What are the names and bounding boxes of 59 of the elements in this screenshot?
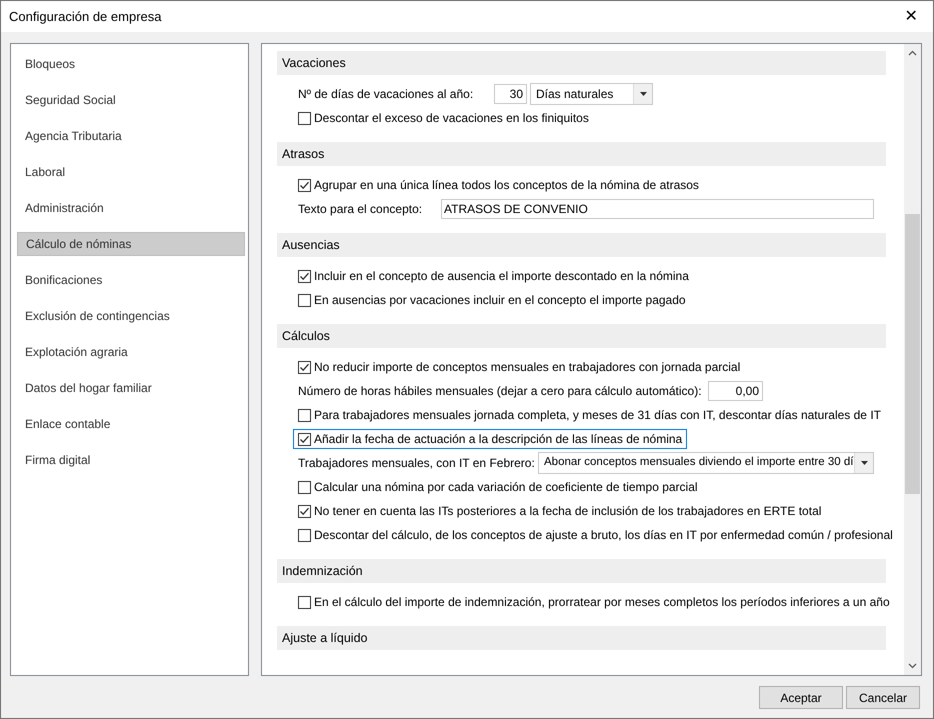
checkbox[interactable] xyxy=(298,596,311,608)
field-label: Trabajadores mensuales, con IT en Febrero: xyxy=(298,455,536,472)
number-field[interactable]: 0,00 xyxy=(708,381,763,401)
scroll-down-icon[interactable] xyxy=(908,663,917,669)
text-field[interactable]: ATRASOS DE CONVENIO xyxy=(441,199,874,219)
section-header: Vacaciones xyxy=(277,51,886,75)
checkbox[interactable] xyxy=(298,270,311,282)
checkbox[interactable] xyxy=(298,408,311,422)
scrollbar-thumb[interactable] xyxy=(905,214,920,494)
sidebar-item[interactable]: Explotación agraria xyxy=(17,340,245,364)
number-field[interactable]: 30 xyxy=(494,84,527,104)
checkbox-option[interactable]: Descontar del cálculo, de los conceptos de ajuste a bruto, los días en IT por enfermedad común / profesional xyxy=(293,525,898,545)
checkbox[interactable] xyxy=(298,528,311,542)
section-header: Indemnización xyxy=(277,559,886,583)
field-label: Texto para el concepto: xyxy=(298,201,424,218)
sidebar-item[interactable]: Bonificaciones xyxy=(17,268,245,292)
checkbox-option[interactable]: En el cálculo del importe de indemnización, prorratear por meses completos los períodos inferiores a un año xyxy=(293,592,895,612)
checkbox[interactable] xyxy=(298,294,311,306)
checkbox[interactable] xyxy=(298,112,311,124)
checkbox[interactable] xyxy=(298,480,311,494)
dialog-button[interactable]: Aceptar xyxy=(759,686,843,709)
dialog-button[interactable]: Cancelar xyxy=(846,686,920,709)
checkbox[interactable] xyxy=(298,360,311,374)
checkbox-option[interactable]: Descontar el exceso de vacaciones en los finiquitos xyxy=(293,108,594,128)
sidebar-item[interactable]: Bloqueos xyxy=(17,52,245,76)
checkbox-option[interactable]: No tener en cuenta las ITs posteriores a la fecha de inclusión de los trabajadores en ERTE total xyxy=(293,501,826,521)
sidebar-item[interactable]: Cálculo de nóminas xyxy=(17,232,245,256)
section-header: Ausencias xyxy=(277,233,886,257)
sidebar-item[interactable]: Enlace contable xyxy=(17,412,245,436)
sidebar-item[interactable]: Datos del hogar familiar xyxy=(17,376,245,400)
window-title: Configuración de empresa xyxy=(9,8,162,26)
dropdown[interactable]: Abonar conceptos mensuales diviendo el importe entre 30 dí xyxy=(538,452,874,474)
field-label: Número de horas hábiles mensuales (dejar a cero para cálculo automático): xyxy=(298,383,703,400)
checkbox-option[interactable]: En ausencias por vacaciones incluir en el concepto el importe pagado xyxy=(293,290,691,310)
sidebar-item[interactable]: Agencia Tributaria xyxy=(17,124,245,148)
section-header: Atrasos xyxy=(277,142,886,166)
checkbox-option[interactable]: Agrupar en una única línea todos los conceptos de la nómina de atrasos xyxy=(293,175,704,195)
scroll-up-icon[interactable] xyxy=(908,50,917,56)
sidebar-item[interactable]: Seguridad Social xyxy=(17,88,245,112)
caret-icon xyxy=(640,92,646,96)
checkbox-option[interactable]: Calcular una nómina por cada variación de coeficiente de tiempo parcial xyxy=(293,477,703,497)
checkbox[interactable] xyxy=(298,432,311,446)
caret-icon xyxy=(860,461,868,465)
section-header: Cálculos xyxy=(277,324,886,348)
checkbox[interactable] xyxy=(298,178,311,192)
dropdown[interactable]: Días naturales xyxy=(530,83,653,105)
checkbox-option[interactable]: Añadir la fecha de actuación a la descripción de las líneas de nómina xyxy=(293,429,688,449)
sidebar-item[interactable]: Administración xyxy=(17,196,245,220)
close-button[interactable]: ✕ xyxy=(897,2,925,30)
checkbox[interactable] xyxy=(298,504,311,518)
sidebar-item[interactable]: Exclusión de contingencias xyxy=(17,304,245,328)
scrollbar[interactable] xyxy=(904,44,921,675)
checkbox-option[interactable]: No reducir importe de conceptos mensuales en trabajadores con jornada parcial xyxy=(293,357,746,377)
field-label: Nº de días de vacaciones al año: xyxy=(298,86,474,103)
sidebar-item[interactable]: Laboral xyxy=(17,160,245,184)
checkbox-option[interactable]: Incluir en el concepto de ausencia el importe descontado en la nómina xyxy=(293,266,694,286)
section-header: Ajuste a líquido xyxy=(277,626,886,650)
sidebar-item[interactable]: Firma digital xyxy=(17,448,245,472)
checkbox-option[interactable]: Para trabajadores mensuales jornada completa, y meses de 31 días con IT, descontar días naturales de IT xyxy=(293,405,886,425)
